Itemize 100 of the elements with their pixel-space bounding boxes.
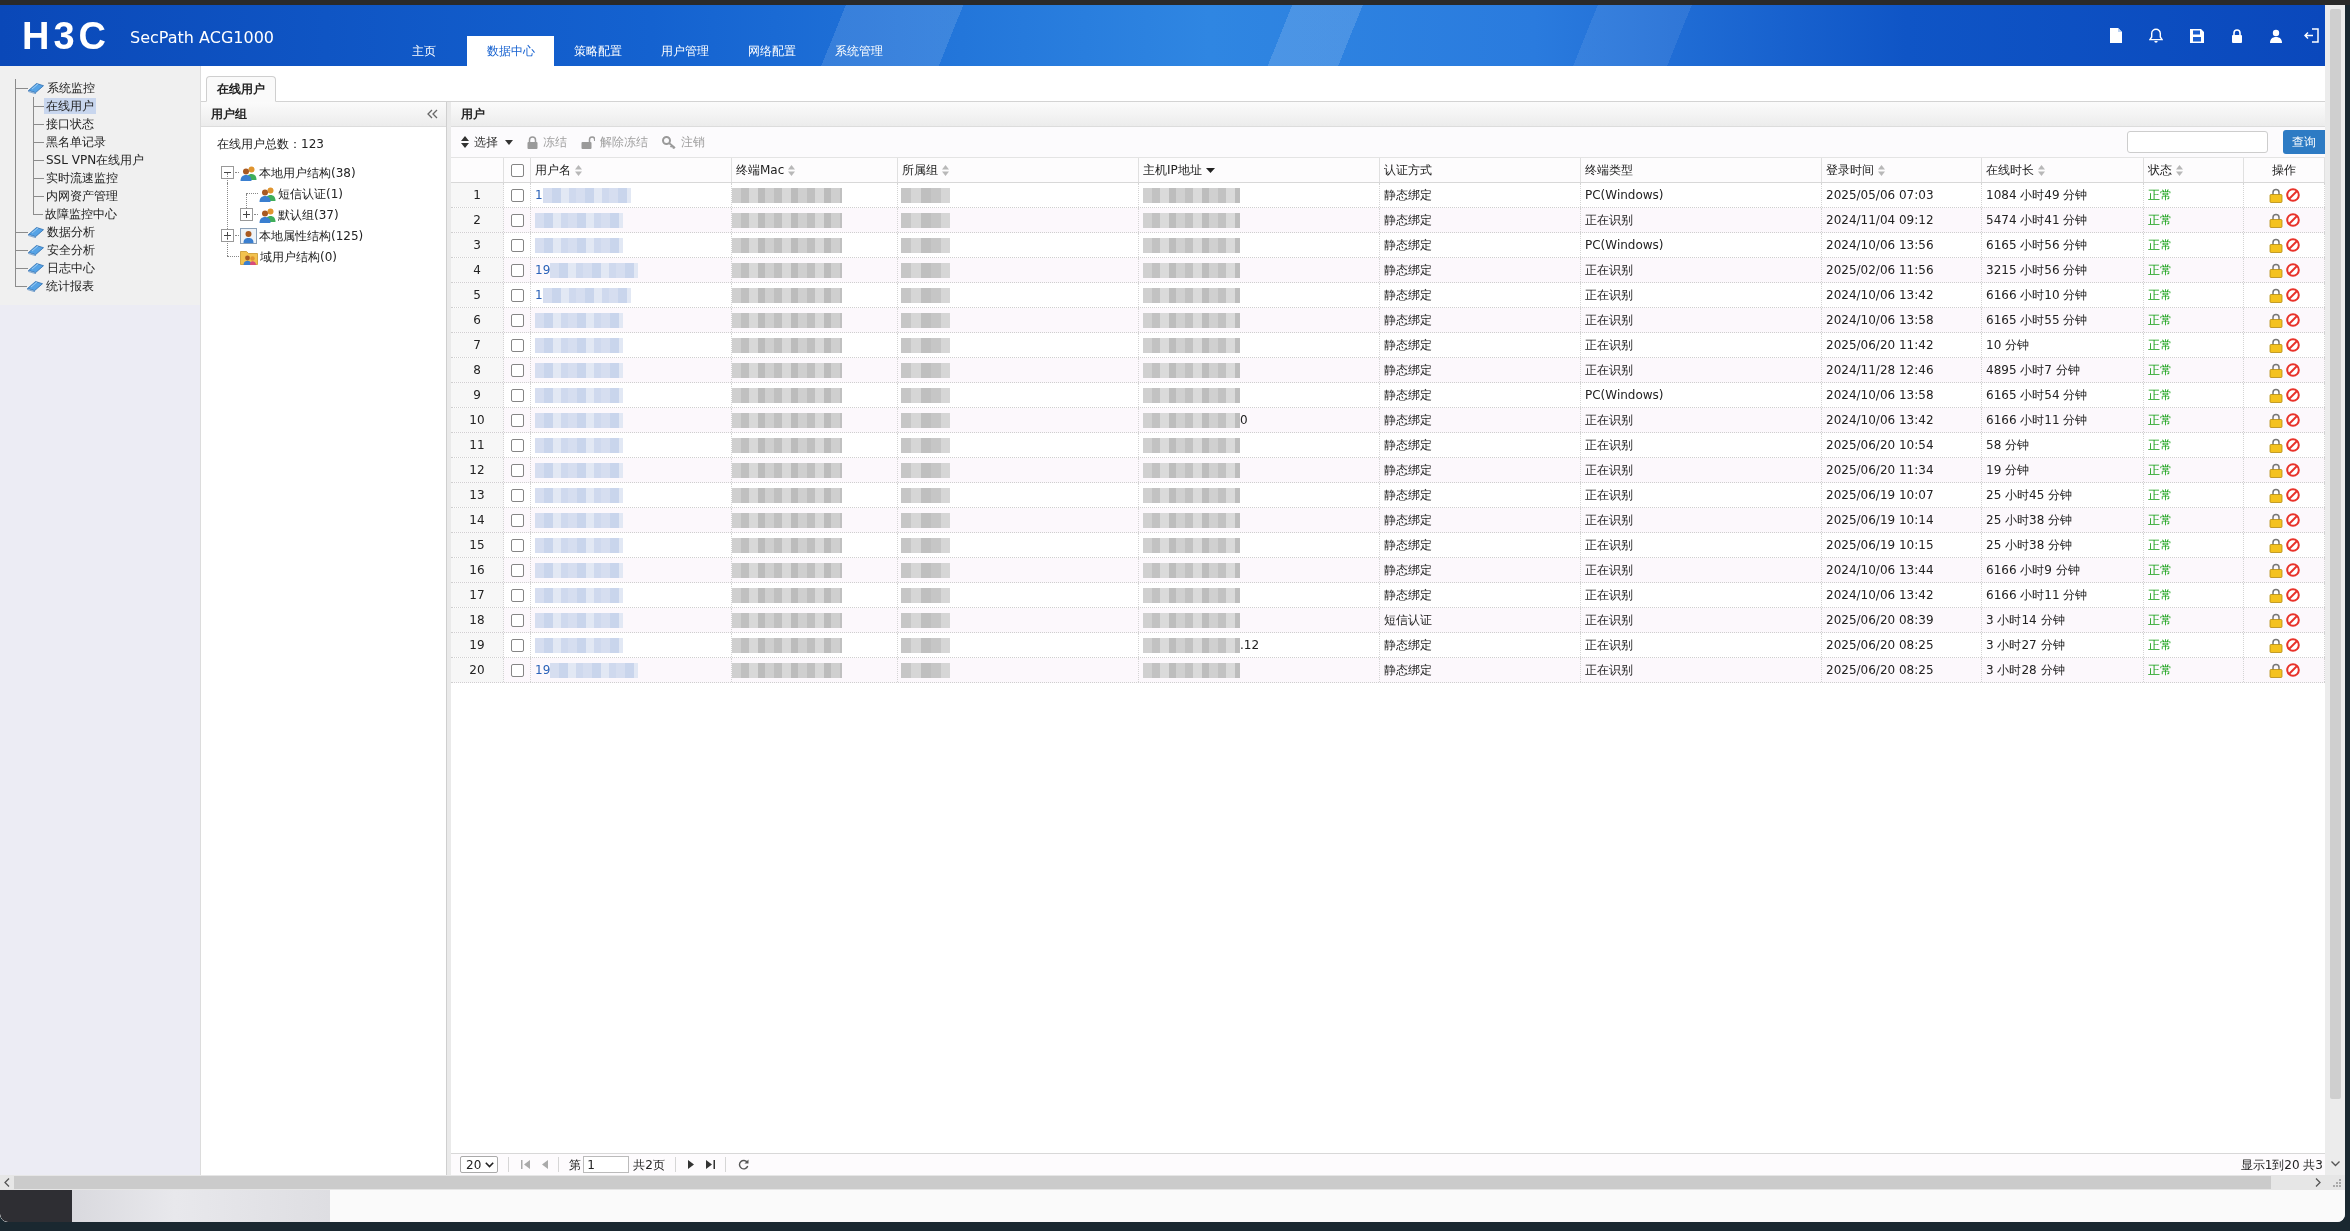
bell-icon[interactable] [2149, 28, 2163, 43]
prohibited-icon[interactable] [2285, 538, 2300, 552]
padlock-icon[interactable] [2268, 412, 2283, 428]
prohibited-icon[interactable] [2285, 313, 2300, 327]
save-icon[interactable] [2190, 28, 2204, 43]
sidebar-item[interactable]: SSL VPN在线用户 [44, 152, 147, 168]
scrollbar-thumb[interactable] [2329, 9, 2341, 1099]
column-header[interactable]: 所属组 [902, 162, 938, 178]
column-header[interactable]: 用户名 [535, 162, 571, 178]
sidebar-item[interactable]: 实时流速监控 [44, 170, 120, 186]
padlock-icon[interactable] [2268, 337, 2283, 353]
padlock-icon[interactable] [2268, 262, 2283, 278]
prohibited-icon[interactable] [2285, 238, 2300, 252]
padlock-icon[interactable] [2268, 387, 2283, 403]
nav-tab[interactable]: 数据中心 [467, 36, 554, 66]
row-checkbox[interactable] [510, 563, 524, 577]
row-checkbox[interactable] [510, 238, 524, 252]
row-checkbox[interactable] [510, 363, 524, 377]
padlock-icon[interactable] [2268, 187, 2283, 203]
row-checkbox[interactable] [510, 288, 524, 302]
search-field[interactable] [2127, 131, 2268, 153]
scroll-down-icon[interactable] [2330, 1161, 2340, 1167]
row-checkbox[interactable] [510, 613, 524, 627]
row-checkbox[interactable] [510, 263, 524, 277]
sidebar-item[interactable]: 系统监控 [45, 80, 97, 96]
prohibited-icon[interactable] [2285, 613, 2300, 627]
logout-icon[interactable] [2304, 28, 2319, 43]
row-checkbox[interactable] [510, 488, 524, 502]
prohibited-icon[interactable] [2285, 438, 2300, 452]
padlock-icon[interactable] [2268, 587, 2283, 603]
column-header[interactable]: 登录时间 [1826, 162, 1874, 178]
column-header[interactable]: 状态 [2148, 162, 2172, 178]
row-checkbox[interactable] [510, 513, 524, 527]
row-checkbox[interactable] [510, 463, 524, 477]
page-size-select[interactable]: 20 [460, 1156, 499, 1173]
scroll-right-icon[interactable] [2315, 1178, 2321, 1187]
prohibited-icon[interactable] [2285, 463, 2300, 477]
sidebar-item[interactable]: 日志中心 [45, 260, 97, 276]
row-checkbox[interactable] [510, 338, 524, 352]
collapse-icon[interactable] [427, 109, 438, 119]
prohibited-icon[interactable] [2285, 338, 2300, 352]
row-checkbox[interactable] [510, 413, 524, 427]
row-checkbox[interactable] [510, 588, 524, 602]
padlock-icon[interactable] [2268, 487, 2283, 503]
previous-page-icon[interactable] [542, 1160, 549, 1169]
prohibited-icon[interactable] [2285, 288, 2300, 302]
padlock-icon[interactable] [2268, 637, 2283, 653]
row-checkbox[interactable] [510, 188, 524, 202]
next-page-icon[interactable] [687, 1160, 694, 1169]
prohibited-icon[interactable] [2285, 638, 2300, 652]
prohibited-icon[interactable] [2285, 388, 2300, 402]
nav-tab[interactable]: 用户管理 [641, 36, 728, 66]
padlock-icon[interactable] [2268, 562, 2283, 578]
username-text[interactable]: 1 [535, 287, 543, 303]
sidebar-item[interactable]: 黑名单记录 [44, 134, 108, 150]
search-button[interactable]: 查询 [2283, 130, 2325, 154]
nav-tab[interactable]: 主页 [380, 36, 467, 66]
first-page-icon[interactable] [521, 1160, 531, 1169]
prohibited-icon[interactable] [2285, 188, 2300, 202]
select-all-checkbox[interactable] [510, 163, 524, 177]
prohibited-icon[interactable] [2285, 213, 2300, 227]
sidebar-item[interactable]: 故障监控中心 [43, 206, 119, 222]
collapse-toggle-icon[interactable] [221, 166, 234, 179]
column-header[interactable]: 终端Mac [736, 162, 785, 178]
padlock-icon[interactable] [2268, 287, 2283, 303]
prohibited-icon[interactable] [2285, 588, 2300, 602]
padlock-icon[interactable] [2268, 312, 2283, 328]
padlock-icon[interactable] [2268, 462, 2283, 478]
padlock-icon[interactable] [2268, 512, 2283, 528]
tree-item[interactable]: 本地属性结构(125) [259, 227, 364, 244]
sidebar-item[interactable]: 数据分析 [45, 224, 97, 240]
username-text[interactable]: 19 [535, 262, 551, 278]
nav-tab[interactable]: 网络配置 [728, 36, 815, 66]
page-tab[interactable]: 在线用户 [206, 76, 276, 102]
tree-item[interactable]: 域用户结构(0) [260, 248, 337, 265]
sidebar-item[interactable]: 在线用户 [44, 98, 96, 114]
tree-item[interactable]: 默认组(37) [278, 206, 339, 223]
nav-tab[interactable]: 策略配置 [554, 36, 641, 66]
resize-grip-icon[interactable] [2333, 1178, 2341, 1187]
scrollbar-thumb[interactable] [14, 1176, 2271, 1189]
tree-item[interactable]: 短信认证(1) [278, 185, 343, 202]
row-checkbox[interactable] [510, 388, 524, 402]
tree-item[interactable]: 本地用户结构(38) [259, 164, 356, 181]
column-header[interactable]: 认证方式 [1384, 162, 1432, 178]
document-icon[interactable] [2110, 28, 2122, 43]
column-header[interactable]: 操作 [2272, 162, 2296, 178]
prohibited-icon[interactable] [2285, 263, 2300, 277]
prohibited-icon[interactable] [2285, 363, 2300, 377]
padlock-icon[interactable] [2268, 437, 2283, 453]
expand-toggle-icon[interactable] [240, 208, 253, 221]
nav-tab[interactable]: 系统管理 [815, 36, 902, 66]
row-checkbox[interactable] [510, 538, 524, 552]
page-number-field[interactable]: 1 [583, 1156, 630, 1173]
row-checkbox[interactable] [510, 438, 524, 452]
padlock-icon[interactable] [2268, 662, 2283, 678]
username-text[interactable]: 19 [535, 662, 551, 678]
last-page-icon[interactable] [705, 1160, 715, 1169]
padlock-icon[interactable] [2268, 362, 2283, 378]
prohibited-icon[interactable] [2285, 563, 2300, 577]
column-header[interactable]: 终端类型 [1585, 162, 1633, 178]
